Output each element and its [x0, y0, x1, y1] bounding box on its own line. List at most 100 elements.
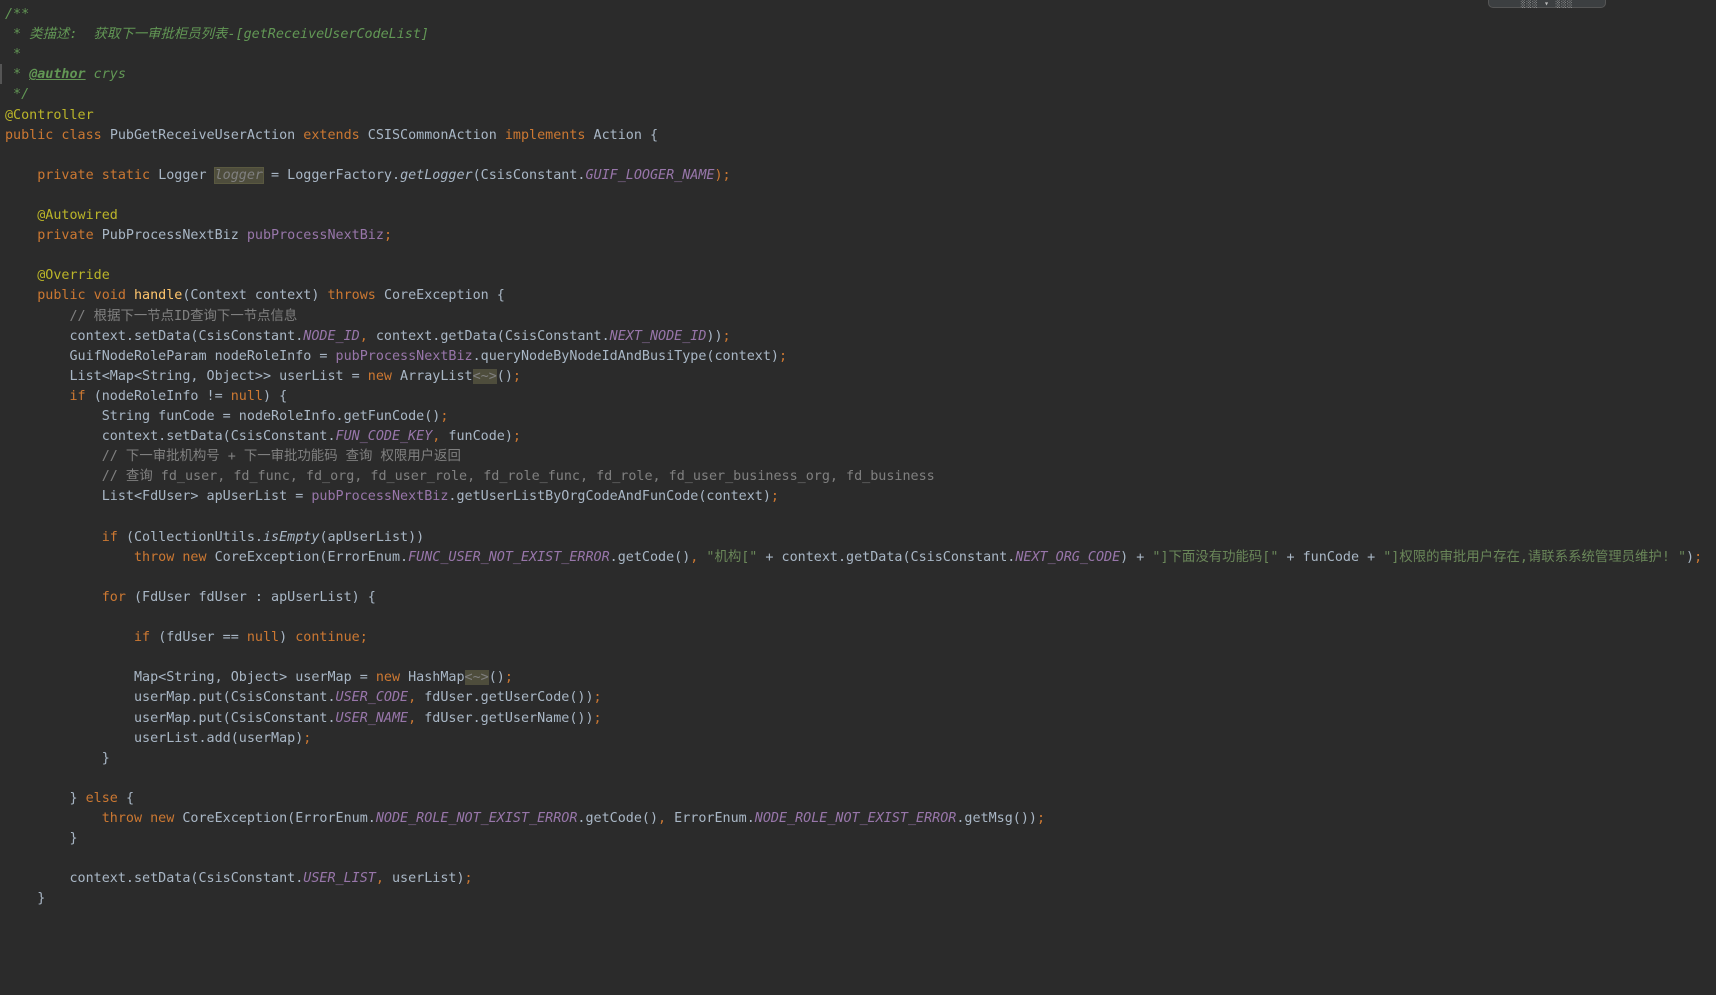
- code-token: ;: [1036, 811, 1046, 826]
- code-token: {: [125, 790, 134, 806]
- code-token: *: [5, 67, 30, 83]
- code-token: @author: [29, 67, 86, 83]
- code-line[interactable]: context.setData(CsisConstant.USER_LIST, …: [5, 868, 472, 890]
- code-token: fdUser.getUserName()): [424, 710, 594, 726]
- code-line[interactable]: @Override: [5, 265, 110, 287]
- code-token: String funCode = nodeRoleInfo.getFunCode…: [5, 409, 441, 424]
- code-token: context.setData(CsisConstant.: [5, 871, 304, 887]
- code-token: PubGetReceiveUserAction: [109, 127, 304, 143]
- code-line[interactable]: Map<String, Object> userMap = new HashMa…: [5, 667, 513, 689]
- code-line[interactable]: } else {: [5, 788, 134, 810]
- code-token: (fdUser ==: [158, 630, 247, 646]
- code-token: ;: [593, 710, 602, 726]
- code-line[interactable]: */: [5, 84, 29, 106]
- code-token: ,: [690, 549, 707, 565]
- code-token: private: [37, 228, 102, 244]
- code-token: userList): [391, 871, 465, 887]
- code-token: context.getData(CsisConstant.: [375, 328, 610, 344]
- code-token: + context.getData(CsisConstant.: [757, 549, 1016, 565]
- code-editor[interactable]: /** * 类描述: 获取下一审批柜员列表-[getReceiveUserCod…: [0, 0, 1716, 995]
- code-token: implements: [504, 127, 594, 143]
- code-token: public class: [5, 127, 110, 143]
- code-line[interactable]: * 类描述: 获取下一审批柜员列表-[getReceiveUserCodeLis…: [5, 24, 429, 46]
- code-token: ;: [440, 409, 449, 424]
- code-line[interactable]: *: [5, 44, 21, 66]
- code-token: .queryNodeByNodeIdAndBusiType(context): [472, 348, 779, 364]
- code-line[interactable]: public class PubGetReceiveUserAction ext…: [5, 125, 658, 147]
- code-token: continue;: [295, 630, 368, 646]
- code-line[interactable]: }: [5, 748, 110, 770]
- editor-floating-toolbar[interactable]: ░░░ ▾ ░░░: [1488, 0, 1606, 8]
- code-token: NODE_ROLE_NOT_EXIST_ERROR: [754, 811, 957, 826]
- code-line[interactable]: public void handle(Context context) thro…: [5, 285, 505, 307]
- code-line[interactable]: if (fdUser == null) continue;: [5, 627, 368, 649]
- code-line[interactable]: }: [5, 888, 45, 910]
- code-token: USER_LIST: [303, 871, 376, 887]
- code-line[interactable]: if (CollectionUtils.isEmpty(apUserList)): [5, 527, 425, 549]
- code-line[interactable]: context.setData(CsisConstant.NODE_ID, co…: [5, 326, 730, 348]
- code-token: }: [5, 831, 78, 847]
- code-token: + funCode +: [1278, 549, 1384, 565]
- code-token: fdUser.getUserCode()): [424, 690, 594, 706]
- code-line[interactable]: // 下一审批机构号 + 下一审批功能码 查询 权限用户返回: [5, 446, 461, 468]
- code-line[interactable]: // 根据下一节点ID查询下一节点信息: [5, 306, 297, 328]
- code-token: @Override: [37, 268, 110, 284]
- code-line[interactable]: private static Logger logger = LoggerFac…: [5, 165, 731, 187]
- toolbar-glyphs: ░░░ ▾ ░░░: [1520, 0, 1574, 8]
- code-line[interactable]: for (FdUser fdUser : apUserList) {: [5, 587, 376, 609]
- code-line[interactable]: @Autowired: [5, 205, 118, 227]
- code-token: pubProcessNextBiz: [335, 348, 473, 364]
- code-token: ;: [383, 228, 392, 244]
- code-token: ,: [432, 429, 449, 445]
- code-line[interactable]: context.setData(CsisConstant.FUN_CODE_KE…: [5, 426, 521, 448]
- code-token: .getUserListByOrgCodeAndFunCode(context): [448, 489, 771, 505]
- code-token: (nodeRoleInfo !=: [93, 388, 231, 404]
- code-line[interactable]: /**: [5, 4, 29, 26]
- code-token: ;: [303, 730, 312, 746]
- code-line[interactable]: userList.add(userMap);: [5, 728, 311, 750]
- code-token: /**: [5, 7, 30, 22]
- code-line[interactable]: throw new CoreException(ErrorEnum.NODE_R…: [5, 808, 1045, 830]
- code-line[interactable]: userMap.put(CsisConstant.USER_NAME, fdUs…: [5, 708, 602, 730]
- change-marker: [0, 64, 2, 84]
- code-token: USER_NAME: [335, 710, 409, 726]
- code-token: ): [1686, 549, 1695, 565]
- code-line[interactable]: GuifNodeRoleParam nodeRoleInfo = pubProc…: [5, 346, 787, 368]
- code-token: "机构[": [706, 549, 758, 565]
- code-line[interactable]: * @author crys: [5, 64, 126, 86]
- code-token: Action {: [593, 127, 659, 143]
- code-token: = LoggerFactory.: [263, 167, 401, 183]
- code-token: if: [134, 630, 159, 646]
- code-token: ,: [408, 690, 425, 706]
- code-line[interactable]: throw new CoreException(ErrorEnum.FUNC_U…: [5, 547, 1702, 569]
- code-token: GUIF_LOOGER_NAME: [585, 167, 715, 183]
- code-token: ;: [778, 348, 788, 364]
- code-token: else: [85, 790, 126, 806]
- code-line[interactable]: userMap.put(CsisConstant.USER_CODE, fdUs…: [5, 687, 602, 709]
- code-line[interactable]: List<FdUser> apUserList = pubProcessNext…: [5, 486, 779, 508]
- code-line[interactable]: }: [5, 828, 78, 850]
- code-line[interactable]: String funCode = nodeRoleInfo.getFunCode…: [5, 406, 449, 428]
- code-token: // 下一审批机构号 + 下一审批功能码 查询 权限用户返回: [5, 449, 461, 465]
- code-token: throws: [327, 288, 384, 304]
- code-line[interactable]: if (nodeRoleInfo != null) {: [5, 386, 288, 408]
- code-line[interactable]: List<Map<String, Object>> userList = new…: [5, 366, 521, 388]
- code-token: (): [496, 368, 513, 384]
- code-token: new: [367, 368, 401, 384]
- code-token: ) {: [263, 388, 288, 404]
- code-token: CoreException {: [383, 288, 505, 304]
- code-line[interactable]: @Controller: [5, 105, 94, 127]
- code-token: CSISCommonAction: [367, 127, 505, 143]
- code-line[interactable]: // 查询 fd_user, fd_func, fd_org, fd_user_…: [5, 466, 935, 488]
- code-token: pubProcessNextBiz: [246, 228, 384, 244]
- code-token: // 根据下一节点ID查询下一节点信息: [5, 308, 298, 324]
- code-token: context.setData(CsisConstant.: [5, 328, 304, 344]
- code-token: ;: [512, 368, 521, 384]
- code-line[interactable]: private PubProcessNextBiz pubProcessNext…: [5, 225, 392, 247]
